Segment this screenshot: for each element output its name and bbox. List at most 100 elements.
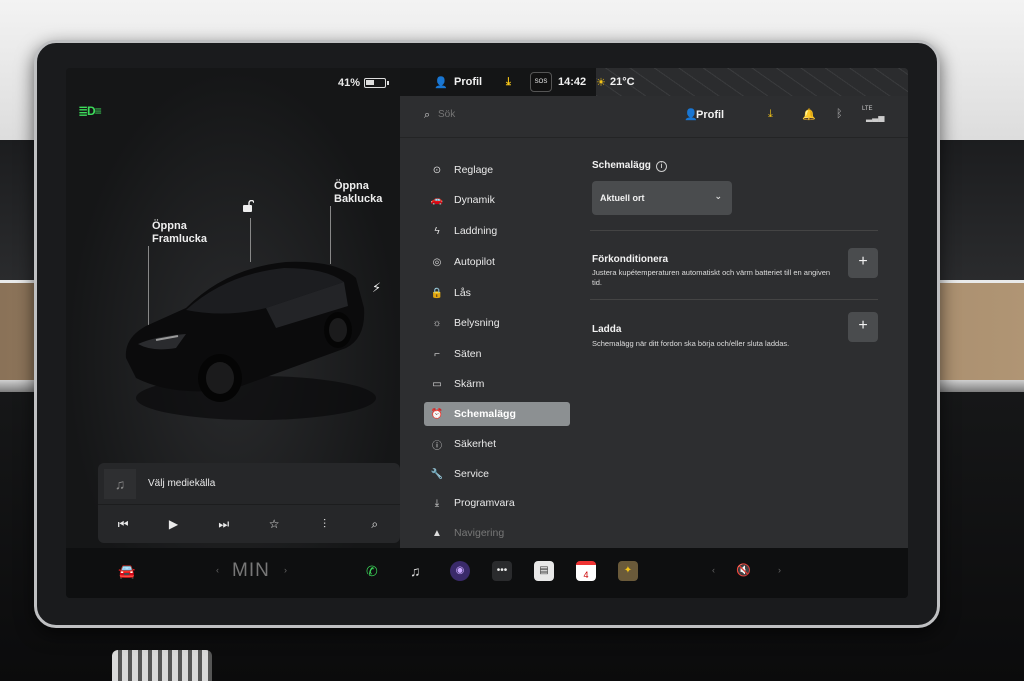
settings-content: Schemalägg i Aktuell ort ⌄ Förkonditioner…: [590, 138, 890, 548]
nav-item-dynamik[interactable]: 🚗 Dynamik: [424, 188, 570, 212]
location-dropdown[interactable]: Aktuell ort ⌄: [592, 181, 732, 215]
settings-nav: ⊙ Reglage 🚗 Dynamik ϟ Laddning ◎ Autopilot 🔒 Lås ☼…: [400, 138, 572, 548]
nav-item-s-ten[interactable]: ⌐ Säten: [424, 342, 570, 366]
car-icon[interactable]: 🚘: [118, 563, 135, 580]
contacts-app-icon[interactable]: ▤: [534, 561, 554, 581]
charge-desc: Schemalägg när ditt fordon ska börja och…: [592, 339, 790, 348]
status-bar-left: 41%: [66, 68, 400, 96]
location-dropdown-value: Aktuell ort: [600, 193, 645, 203]
more-apps-icon[interactable]: •••: [492, 561, 512, 581]
battery-icon: [364, 78, 389, 88]
settings-panel: ⌕ 👤 Profil ⤓ 🔔 ᛒ LTE ▂▃▅ ⊙ Reglage 🚗 Dynami…: [400, 96, 908, 548]
music-icon[interactable]: ♫: [410, 563, 421, 579]
nav-item-label: Autopilot: [454, 256, 495, 268]
alarm-icon: ⏰: [430, 408, 444, 420]
bluetooth-icon[interactable]: ᛒ: [836, 108, 843, 120]
volume-mute-icon[interactable]: 🔇: [736, 563, 751, 577]
equalizer-icon[interactable]: ⫶: [309, 517, 339, 532]
front-trunk-button[interactable]: Öppna Framlucka: [152, 220, 207, 246]
air-vent: [112, 650, 212, 681]
lock-icon: 🔒: [430, 287, 444, 299]
wrench-icon: 🔧: [430, 468, 444, 480]
add-charge-schedule-button[interactable]: +: [848, 312, 878, 342]
toggle-icon: ⊙: [432, 164, 442, 176]
nav-item-belysning[interactable]: ☼ Belysning: [424, 311, 570, 335]
rear-trunk-button[interactable]: Öppna Baklucka: [334, 180, 382, 206]
signal-icon: ▂▃▅: [866, 113, 885, 122]
media-search-icon[interactable]: ⌕: [360, 517, 390, 532]
media-source-row[interactable]: ♫ Välj mediekälla: [98, 463, 400, 505]
steering-wheel-icon: ◎: [432, 256, 442, 268]
nav-item-autopilot[interactable]: ◎ Autopilot: [424, 250, 570, 274]
climate-temp-label[interactable]: MIN: [232, 560, 270, 582]
nav-item-label: Dynamik: [454, 194, 495, 206]
front-trunk-label-line2: Framlucka: [152, 233, 208, 245]
software-download-icon[interactable]: ⤓: [768, 108, 773, 121]
play-icon[interactable]: ▶: [158, 517, 188, 531]
battery-percentage: 41%: [338, 77, 361, 89]
add-precondition-button[interactable]: +: [848, 248, 878, 278]
section-title-row: Schemalägg i: [592, 160, 667, 172]
unlock-icon[interactable]: [242, 200, 254, 212]
temp-up-arrow[interactable]: ›: [284, 565, 287, 575]
seat-icon: ⌐: [434, 348, 440, 360]
nav-item-label: Skärm: [454, 378, 485, 390]
header-profile[interactable]: Profil: [696, 109, 724, 121]
car-model-image: [125, 261, 376, 420]
volume-up-arrow[interactable]: ›: [778, 565, 781, 575]
nav-item-schemal-gg[interactable]: ⏰ Schemalägg: [424, 402, 570, 426]
nav-item-label: Schemalägg: [454, 408, 516, 420]
status-bar: 👤 Profil ⤓ SOS 14:42 ☀ 21°C: [400, 68, 908, 96]
clock: 14:42: [558, 76, 587, 88]
nav-item-sk-rm[interactable]: ▭ Skärm: [424, 372, 570, 396]
nav-item-programvara[interactable]: ⤓ Programvara: [424, 491, 570, 515]
volume-down-arrow[interactable]: ‹: [712, 565, 715, 575]
charge-title: Ladda: [592, 324, 622, 335]
nav-item-s-kerhet[interactable]: ⓘ Säkerhet: [424, 432, 570, 456]
rear-trunk-label-line1: Öppna: [334, 180, 369, 192]
temp-down-arrow[interactable]: ‹: [216, 565, 219, 575]
taskbar: 🚘 ‹ MIN › ✆ ♫ ◉ ••• ▤ 4 ✦ ‹ 🔇 ›: [66, 548, 908, 598]
front-trunk-label-line1: Öppna: [152, 220, 187, 232]
temperature: 21°C: [610, 76, 635, 88]
nav-item-reglage[interactable]: ⊙ Reglage: [424, 158, 570, 182]
settings-header: ⌕ 👤 Profil ⤓ 🔔 ᛒ LTE ▂▃▅: [400, 96, 908, 138]
nav-item-label: Säkerhet: [454, 438, 497, 450]
nav-item-laddning[interactable]: ϟ Laddning: [424, 219, 570, 243]
media-player[interactable]: ♫ Välj mediekälla ⏮ ▶ ⏭ ☆ ⫶ ⌕: [98, 463, 400, 543]
car-panel[interactable]: 41% ≣D≡ Öppna Framlucka Öppna Baklucka ⚡: [66, 68, 400, 548]
previous-icon[interactable]: ⏮: [108, 517, 138, 532]
status-profile-icon[interactable]: 👤: [434, 76, 448, 89]
touchscreen: 41% ≣D≡ Öppna Framlucka Öppna Baklucka ⚡: [66, 68, 908, 598]
search-input[interactable]: [438, 109, 638, 120]
nav-item-navigering[interactable]: ▲ Navigering: [424, 521, 570, 545]
info-icon[interactable]: i: [655, 161, 667, 172]
bell-icon[interactable]: 🔔: [802, 108, 816, 121]
favorite-icon[interactable]: ☆: [259, 517, 289, 531]
car-icon: 🚗: [430, 194, 444, 206]
download-icon[interactable]: ⤓: [506, 76, 511, 89]
phone-icon[interactable]: ✆: [366, 563, 378, 580]
status-profile[interactable]: Profil: [454, 76, 482, 88]
nav-item-label: Laddning: [454, 225, 498, 237]
navigation-icon: ▲: [432, 527, 442, 539]
bolt-icon: ϟ: [434, 225, 440, 237]
camera-app-icon[interactable]: ◉: [450, 561, 470, 581]
nav-item-label: Navigering: [454, 527, 505, 539]
divider: [590, 230, 878, 231]
rear-trunk-label-line2: Baklucka: [334, 193, 383, 205]
toybox-app-icon[interactable]: ✦: [618, 561, 638, 581]
calendar-app-icon[interactable]: 4: [576, 561, 596, 581]
sos-button[interactable]: SOS: [530, 72, 552, 92]
next-icon[interactable]: ⏭: [209, 517, 239, 532]
precondition-title: Förkonditionera: [592, 254, 669, 265]
nav-item-l-s[interactable]: 🔒 Lås: [424, 281, 570, 305]
nav-item-service[interactable]: 🔧 Service: [424, 462, 570, 486]
music-note-icon: ♫: [104, 469, 136, 499]
nav-item-label: Säten: [454, 348, 482, 360]
headlight-icon: ≣D≡: [78, 104, 102, 118]
divider: [590, 299, 878, 300]
nav-item-label: Reglage: [454, 164, 494, 176]
weather-icon: ☀: [596, 77, 606, 89]
sun-icon: ☼: [432, 317, 442, 329]
